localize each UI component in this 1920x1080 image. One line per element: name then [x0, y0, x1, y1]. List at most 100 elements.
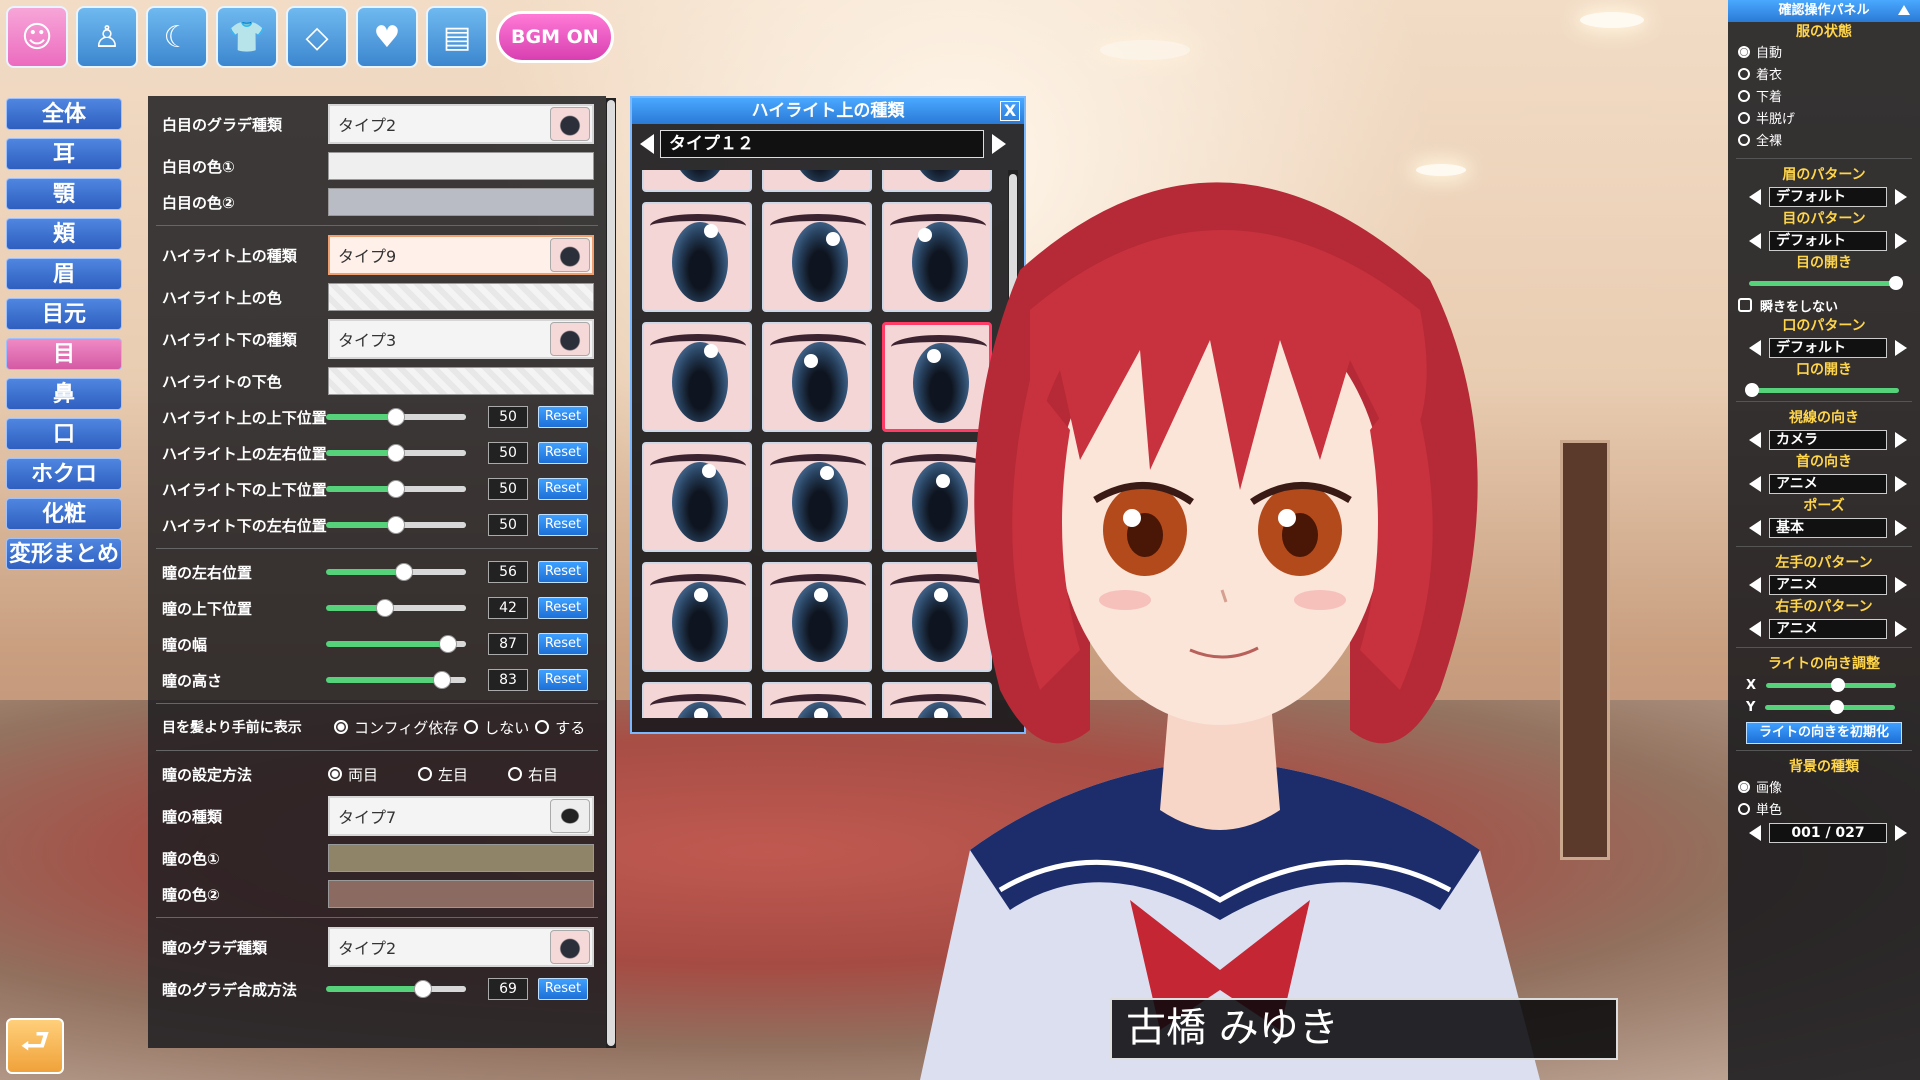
next-arrow-icon[interactable] — [1895, 520, 1907, 536]
highlight-option-thumbnail[interactable] — [762, 442, 872, 552]
bg-solid-radio[interactable]: 単色 — [1738, 799, 1826, 818]
highlight-option-thumbnail[interactable] — [642, 322, 752, 432]
slider-knob[interactable] — [433, 671, 452, 689]
value-slider[interactable] — [326, 635, 466, 653]
value-slider[interactable] — [326, 444, 466, 462]
category-ears[interactable]: 耳 — [6, 138, 122, 170]
clothes-underwear-radio[interactable]: 下着 — [1738, 86, 1826, 105]
highlight-option-thumbnail[interactable] — [642, 562, 752, 672]
left-eye-radio[interactable]: 左目 — [418, 764, 468, 785]
highlight-option-thumbnail[interactable] — [762, 202, 872, 312]
highlight-upper-type-select[interactable]: タイプ9 — [328, 235, 594, 275]
accessory-category-button[interactable]: ◇ — [286, 6, 348, 68]
slider-knob[interactable] — [387, 516, 405, 534]
light-reset-button[interactable]: ライトの向きを初期化 — [1746, 722, 1902, 744]
pupil-gradient-blend-slider[interactable] — [326, 980, 466, 998]
category-deform-summary[interactable]: 変形まとめ — [6, 538, 122, 570]
face-category-button[interactable]: ☺ — [6, 6, 68, 68]
reset-button[interactable]: Reset — [538, 978, 588, 1000]
reset-button[interactable]: Reset — [538, 597, 588, 619]
sclera-gradient-select[interactable]: タイプ2 — [328, 104, 594, 144]
slider-value[interactable]: 50 — [488, 478, 528, 500]
value-slider[interactable] — [326, 480, 466, 498]
slider-knob[interactable] — [387, 444, 405, 462]
next-arrow-icon[interactable] — [1895, 432, 1907, 448]
value-slider[interactable] — [326, 563, 466, 581]
confirm-panel-title[interactable]: 確認操作パネル — [1728, 0, 1920, 22]
previous-arrow-icon[interactable] — [1749, 577, 1761, 593]
slider-value[interactable]: 56 — [488, 561, 528, 583]
category-mole[interactable]: ホクロ — [6, 458, 122, 490]
slider-knob[interactable] — [1745, 383, 1759, 397]
sclera-color1-swatch[interactable] — [328, 152, 594, 180]
pupil-gradient-blend-value[interactable]: 69 — [488, 978, 528, 1000]
bg-image-radio[interactable]: 画像 — [1738, 777, 1826, 796]
slider-knob[interactable] — [438, 635, 457, 653]
reset-button[interactable]: Reset — [538, 561, 588, 583]
category-chin[interactable]: 顎 — [6, 178, 122, 210]
slider-value[interactable]: 83 — [488, 669, 528, 691]
front-yes-radio[interactable]: する — [535, 717, 585, 738]
collapse-icon[interactable] — [1898, 5, 1910, 15]
checkbox-box[interactable] — [1738, 298, 1752, 312]
category-mouth[interactable]: 口 — [6, 418, 122, 450]
clothes-nude-radio[interactable]: 全裸 — [1738, 130, 1826, 149]
sclera-color2-swatch[interactable] — [328, 188, 594, 216]
both-eyes-radio[interactable]: 両目 — [328, 764, 378, 785]
light-x-slider[interactable] — [1766, 677, 1897, 692]
reset-button[interactable]: Reset — [538, 406, 588, 428]
next-arrow-icon[interactable] — [1895, 621, 1907, 637]
front-no-radio[interactable]: しない — [464, 717, 529, 738]
highlight-option-thumbnail[interactable] — [642, 202, 752, 312]
light-y-slider[interactable] — [1765, 699, 1896, 714]
front-config-radio[interactable]: コンフィグ依存 — [334, 717, 458, 738]
slider-knob[interactable] — [1830, 677, 1845, 692]
previous-arrow-icon[interactable] — [1749, 432, 1761, 448]
highlight-option-thumbnail[interactable] — [762, 562, 872, 672]
next-arrow-icon[interactable] — [1895, 825, 1907, 841]
scrollbar-thumb[interactable] — [607, 100, 615, 1046]
slider-value[interactable]: 50 — [488, 514, 528, 536]
eye-open-slider[interactable] — [1749, 276, 1903, 290]
panel-scrollbar[interactable] — [606, 98, 616, 1048]
slider-value[interactable]: 87 — [488, 633, 528, 655]
highlight-upper-color-swatch[interactable] — [328, 283, 594, 311]
no-blink-checkbox[interactable]: 瞬きをしない — [1728, 294, 1920, 316]
back-button[interactable]: ⮐ — [6, 1018, 64, 1074]
clothes-half-radio[interactable]: 半脱げ — [1738, 108, 1826, 127]
category-nose[interactable]: 鼻 — [6, 378, 122, 410]
previous-arrow-icon[interactable] — [1749, 476, 1761, 492]
highlight-option-thumbnail[interactable] — [642, 682, 752, 718]
reset-button[interactable]: Reset — [538, 442, 588, 464]
hair-category-button[interactable]: ☾ — [146, 6, 208, 68]
mouth-open-slider[interactable] — [1745, 383, 1899, 397]
previous-arrow-icon[interactable] — [1749, 621, 1761, 637]
slider-knob[interactable] — [387, 408, 405, 426]
slider-value[interactable]: 42 — [488, 597, 528, 619]
previous-arrow-icon[interactable] — [1749, 825, 1761, 841]
bgm-toggle-button[interactable]: BGM ON — [496, 11, 614, 63]
highlight-option-thumbnail[interactable] — [762, 322, 872, 432]
highlight-lower-color-swatch[interactable] — [328, 367, 594, 395]
previous-arrow-icon[interactable] — [1749, 340, 1761, 356]
value-slider[interactable] — [326, 516, 466, 534]
category-cheeks[interactable]: 頬 — [6, 218, 122, 250]
highlight-option-thumbnail[interactable] — [762, 682, 872, 718]
highlight-option-thumbnail[interactable] — [642, 442, 752, 552]
reset-button[interactable]: Reset — [538, 514, 588, 536]
reset-button[interactable]: Reset — [538, 633, 588, 655]
next-arrow-icon[interactable] — [1895, 577, 1907, 593]
clothes-auto-radio[interactable]: 自動 — [1738, 42, 1826, 61]
body-category-button[interactable]: ♙ — [76, 6, 138, 68]
next-arrow-icon[interactable] — [1895, 340, 1907, 356]
value-slider[interactable] — [326, 671, 466, 689]
next-arrow-icon[interactable] — [1895, 476, 1907, 492]
pupil-gradient-select[interactable]: タイプ2 — [328, 927, 594, 967]
previous-arrow-icon[interactable] — [640, 134, 654, 154]
pupil-color2-swatch[interactable] — [328, 880, 594, 908]
slider-value[interactable]: 50 — [488, 406, 528, 428]
category-eyebrows[interactable]: 眉 — [6, 258, 122, 290]
category-eye-area[interactable]: 目元 — [6, 298, 122, 330]
category-makeup[interactable]: 化粧 — [6, 498, 122, 530]
pupil-color1-swatch[interactable] — [328, 844, 594, 872]
